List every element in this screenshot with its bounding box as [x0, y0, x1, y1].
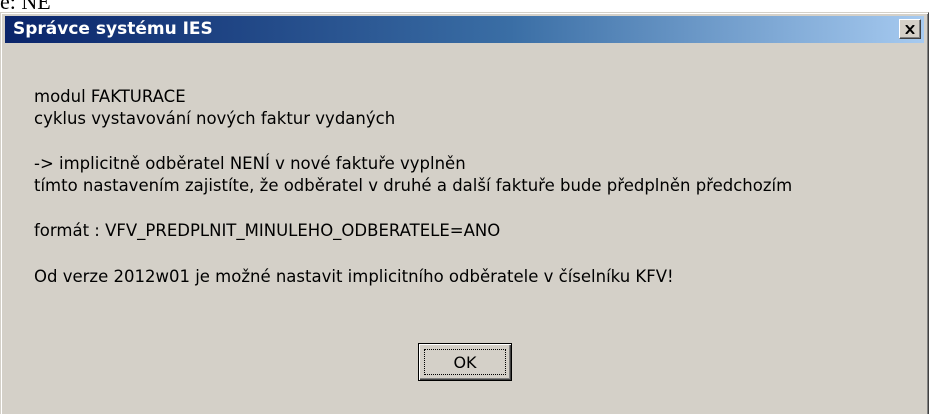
message-line-module: modul FAKTURACE	[34, 87, 186, 106]
message-line-setting: tímto nastavením zajistíte, že odběratel…	[34, 176, 793, 195]
message-line-version: Od verze 2012w01 je možné nastavit impli…	[34, 267, 674, 286]
message-line-default: -> implicitně odběratel NENÍ v nové fakt…	[34, 154, 466, 173]
message-dialog: Správce systému IES modul FAKTURACE cykl…	[0, 12, 929, 414]
message-line-cycle: cyklus vystavování nových faktur vydanýc…	[34, 109, 396, 128]
screen: e: NE Správce systému IES modul FAKTURAC…	[0, 0, 929, 414]
ok-button-label: OK	[424, 349, 506, 375]
ok-button[interactable]: OK	[418, 343, 512, 381]
message-line-format: formát : VFV_PREDPLNIT_MINULEHO_ODBERATE…	[34, 221, 501, 240]
close-icon	[905, 24, 915, 34]
title-bar[interactable]: Správce systému IES	[5, 16, 924, 43]
dialog-title: Správce systému IES	[13, 19, 213, 39]
close-button[interactable]	[899, 19, 921, 39]
